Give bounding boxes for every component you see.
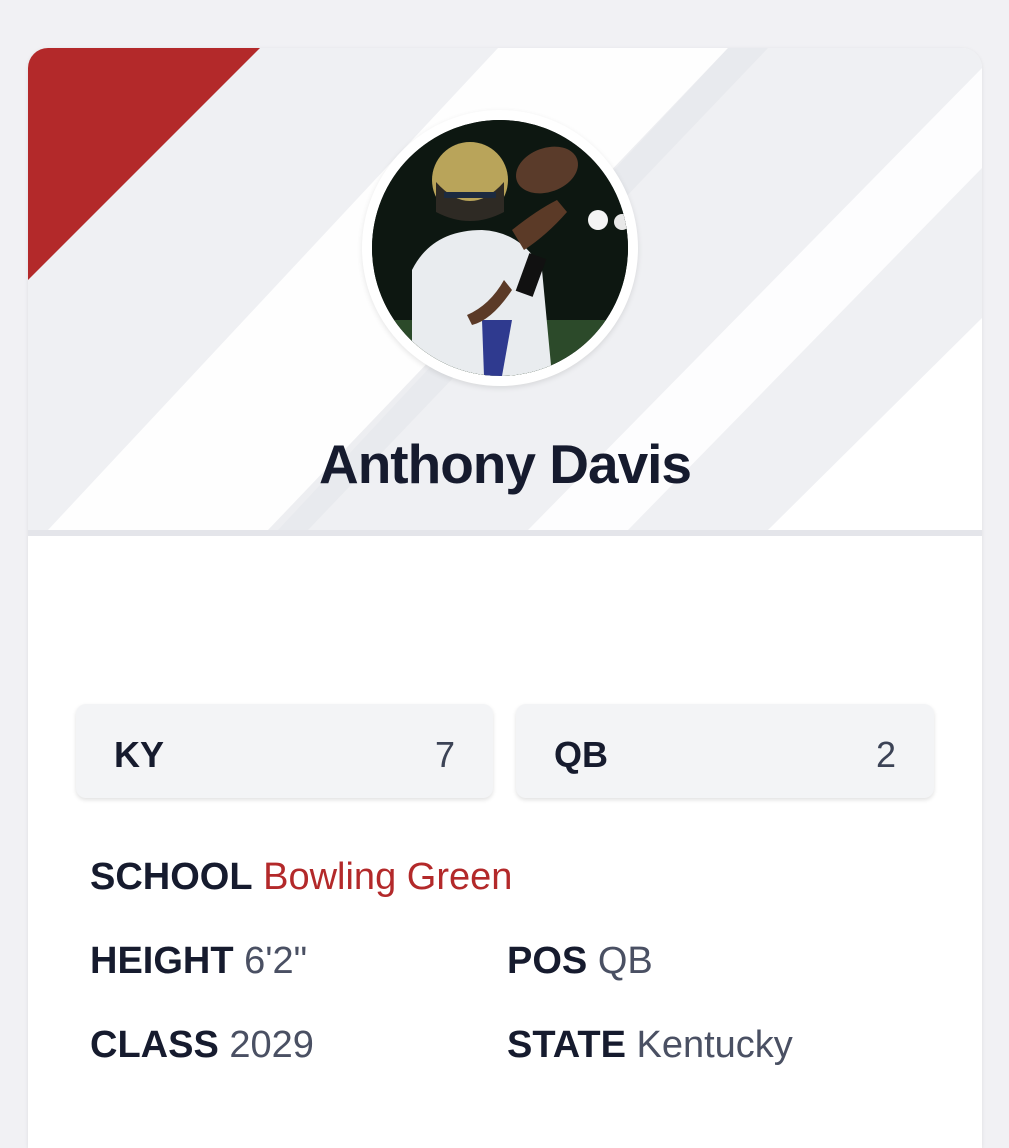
- state-row: STATE Kentucky: [507, 1024, 793, 1067]
- height-row: HEIGHT 6'2": [90, 940, 307, 983]
- player-photo-icon: [372, 120, 628, 376]
- ranking-position-value: 2: [875, 734, 896, 775]
- ranking-state-box[interactable]: KY 7: [76, 704, 493, 798]
- class-row: CLASS 2029: [90, 1024, 314, 1067]
- position-label: POS: [507, 940, 588, 982]
- school-label: SCHOOL: [90, 856, 253, 898]
- hero-banner: Anthony Davis: [28, 48, 982, 530]
- avatar[interactable]: [372, 120, 628, 376]
- ranking-position-box[interactable]: QB 2: [516, 704, 934, 798]
- state-label: STATE: [507, 1024, 626, 1066]
- position-row: POS QB: [507, 940, 653, 983]
- school-row: SCHOOL Bowling Green: [90, 856, 512, 899]
- ranking-state-value: 7: [434, 734, 455, 775]
- position-value: QB: [597, 940, 653, 982]
- player-card: Anthony Davis KY 7 QB 2 SCHOOL Bowling G…: [28, 48, 982, 1148]
- player-name: Anthony Davis: [318, 433, 692, 495]
- state-value: Kentucky: [636, 1024, 793, 1066]
- school-link[interactable]: Bowling Green: [263, 856, 512, 898]
- height-label: HEIGHT: [90, 940, 234, 982]
- height-value: 6'2": [244, 940, 308, 982]
- class-label: CLASS: [90, 1024, 219, 1066]
- divider: [28, 530, 982, 536]
- ranking-state-label: KY: [114, 734, 165, 775]
- class-value: 2029: [229, 1024, 314, 1066]
- ranking-position-label: QB: [554, 734, 608, 775]
